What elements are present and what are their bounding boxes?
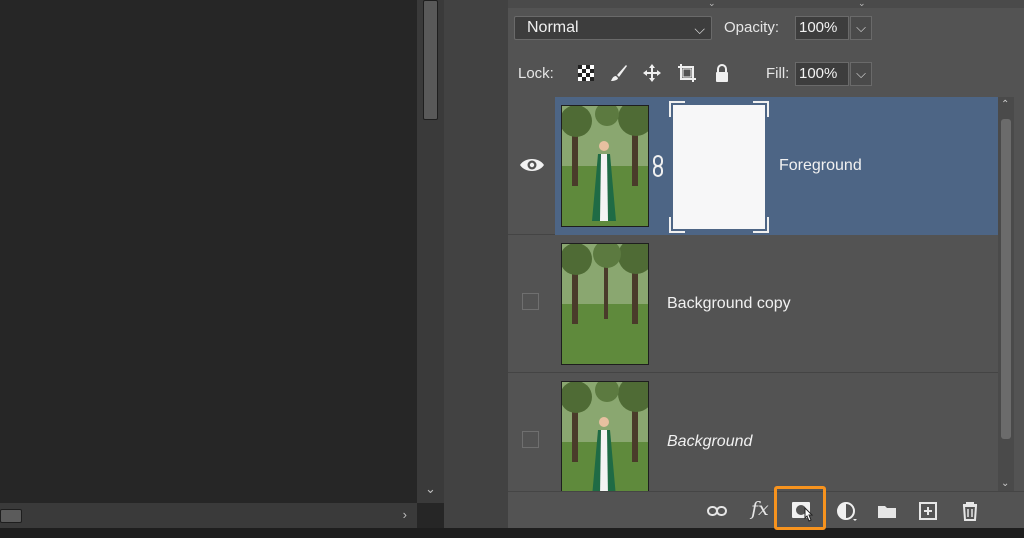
fill-label: Fill: <box>766 65 790 82</box>
delete-layer-trash-icon[interactable] <box>959 500 981 522</box>
blend-mode-value: Normal <box>527 19 579 36</box>
layer-name: Background copy <box>667 295 791 312</box>
canvas-vertical-scrollbar[interactable]: ⌄ <box>417 0 444 503</box>
lock-all-icon[interactable] <box>712 63 732 83</box>
layer-body[interactable]: Background copy <box>555 235 998 373</box>
new-layer-icon[interactable] <box>917 500 939 522</box>
eye-visibility-icon[interactable] <box>518 155 546 175</box>
fill-input[interactable]: 100% <box>795 62 849 86</box>
layers-list: Foreground Background copy Background <box>508 97 998 491</box>
layer-body[interactable]: Foreground <box>555 97 998 235</box>
layer-name: Background <box>667 433 753 450</box>
visibility-toggle-box[interactable] <box>522 431 539 448</box>
mask-selection-corner <box>753 217 769 233</box>
opacity-dropdown-button[interactable]: ⌵ <box>850 16 872 40</box>
layer-name: Foreground <box>779 157 862 174</box>
add-layer-style-fx-button[interactable]: fx <box>751 498 769 520</box>
visibility-toggle-box[interactable] <box>522 293 539 310</box>
layer-row-foreground[interactable]: Foreground <box>508 97 998 235</box>
mask-button-highlight <box>774 486 826 530</box>
opacity-input[interactable]: 100% <box>795 16 849 40</box>
link-layers-icon[interactable] <box>706 500 728 522</box>
layers-scroll-thumb[interactable] <box>1001 119 1011 439</box>
scroll-right-arrow-icon[interactable]: › <box>403 507 407 522</box>
scroll-down-arrow-icon[interactable]: ⌄ <box>425 481 436 497</box>
adjustment-layer-icon[interactable] <box>836 500 858 522</box>
mask-selection-corner <box>753 101 769 117</box>
layer-thumbnail <box>561 243 649 365</box>
layer-thumbnail <box>561 381 649 491</box>
document-canvas[interactable] <box>0 0 417 503</box>
new-group-folder-icon[interactable] <box>876 500 898 522</box>
lock-transparent-pixels-icon[interactable] <box>576 63 596 83</box>
mask-selection-corner <box>669 101 685 117</box>
layer-row-background-copy[interactable]: Background copy <box>508 235 998 373</box>
horizontal-scroll-thumb[interactable] <box>0 509 22 523</box>
chevron-down-icon: ⌵ <box>694 21 705 37</box>
opacity-label: Opacity: <box>724 19 780 36</box>
scroll-down-arrow-icon[interactable]: ⌄ <box>1001 478 1009 489</box>
mask-selection-corner <box>669 217 685 233</box>
canvas-horizontal-scrollbar[interactable]: › <box>0 503 417 528</box>
layer-thumbnail <box>561 105 649 227</box>
layer-mask-thumbnail[interactable] <box>669 101 769 233</box>
lock-fill-row: Lock: Fill: 100% ⌵ <box>516 60 1016 86</box>
lock-artboard-icon[interactable] <box>677 63 697 83</box>
layer-row-background[interactable]: Background <box>508 373 998 491</box>
vertical-scroll-thumb[interactable] <box>423 0 438 120</box>
lock-position-move-icon[interactable] <box>642 63 662 83</box>
layers-panel-footer: fx <box>508 486 1024 530</box>
scroll-up-arrow-icon[interactable]: ⌃ <box>1001 99 1009 110</box>
panel-dock-gutter <box>444 0 508 528</box>
panel-top-edge: ⌄ ⌄ <box>508 0 1024 8</box>
layers-scrollbar[interactable]: ⌃ ⌄ <box>998 97 1014 491</box>
layer-body[interactable]: Background <box>555 373 998 491</box>
layers-panel: ⌄ ⌄ Normal ⌵ Opacity: 100% ⌵ Lock: Fill:… <box>508 0 1024 530</box>
mask-link-chain-icon[interactable] <box>651 155 665 177</box>
lock-image-pixels-brush-icon[interactable] <box>609 63 629 83</box>
fill-dropdown-button[interactable]: ⌵ <box>850 62 872 86</box>
blend-opacity-row: Normal ⌵ Opacity: 100% ⌵ <box>514 16 1014 42</box>
status-strip <box>0 528 1024 538</box>
chevron-down-icon[interactable]: ⌄ <box>708 0 716 9</box>
blend-mode-select[interactable]: Normal ⌵ <box>514 16 712 40</box>
lock-label: Lock: <box>518 65 554 82</box>
chevron-down-icon[interactable]: ⌄ <box>858 0 866 9</box>
